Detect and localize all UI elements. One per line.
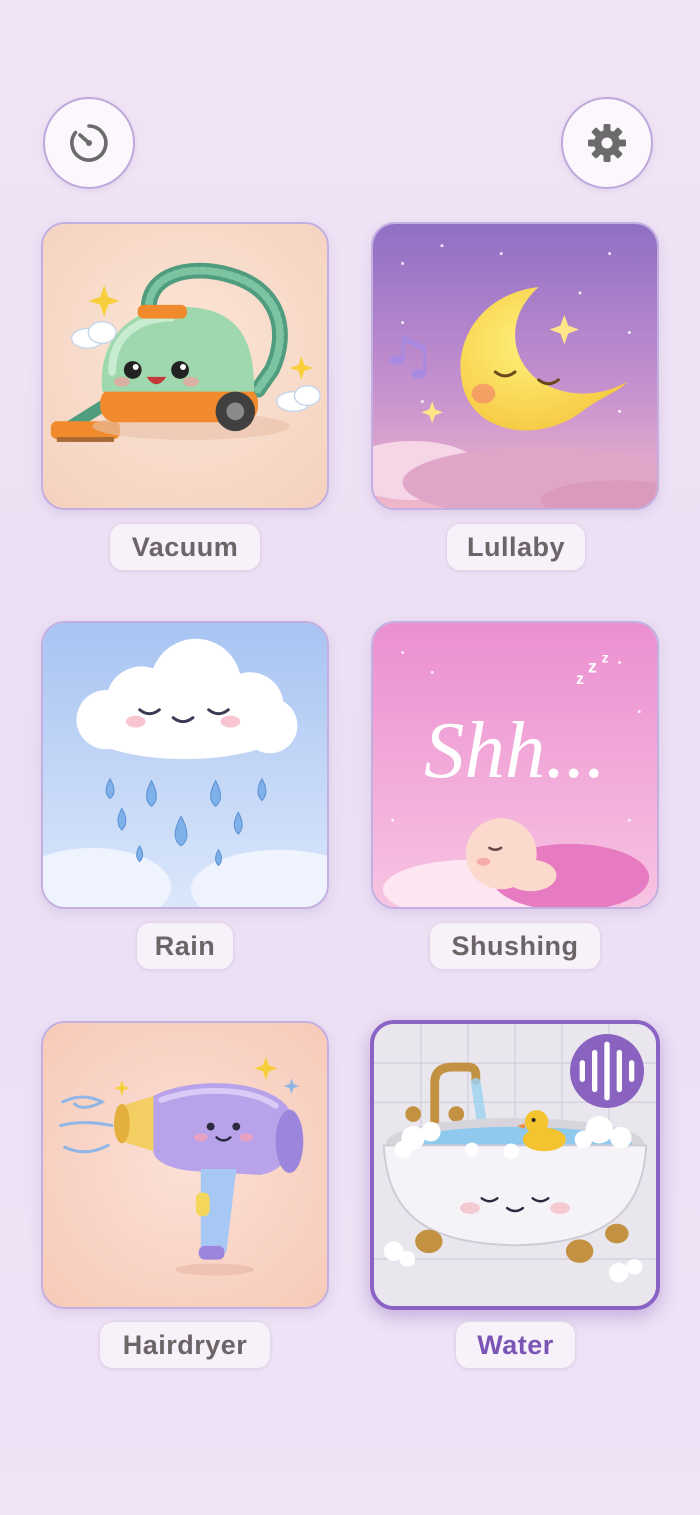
sound-label-hairdryer: Hairdryer bbox=[99, 1321, 271, 1369]
sound-label-water: Water bbox=[455, 1321, 576, 1369]
settings-button[interactable] bbox=[561, 97, 653, 189]
timer-button[interactable] bbox=[43, 97, 135, 189]
svg-text:z: z bbox=[602, 650, 609, 665]
now-playing-badge bbox=[570, 1034, 644, 1108]
sound-label-vacuum: Vacuum bbox=[109, 523, 261, 571]
rain-cloud-icon bbox=[43, 623, 327, 907]
shush-text: Shh... bbox=[424, 706, 606, 795]
sound-label-shushing: Shushing bbox=[429, 922, 601, 970]
vacuum-icon bbox=[43, 224, 327, 508]
sound-tile-vacuum[interactable] bbox=[41, 222, 329, 510]
timer-icon bbox=[70, 124, 108, 162]
sound-wave-icon bbox=[579, 1041, 635, 1101]
sound-tile-hairdryer[interactable] bbox=[41, 1021, 329, 1309]
shushing-baby-icon: z z z Shh... bbox=[373, 623, 657, 907]
gear-icon bbox=[588, 124, 626, 162]
svg-text:z: z bbox=[576, 671, 584, 688]
sound-tile-rain[interactable] bbox=[41, 621, 329, 909]
sound-label-rain: Rain bbox=[136, 922, 234, 970]
moon-icon bbox=[373, 224, 657, 508]
hairdryer-icon bbox=[43, 1023, 327, 1307]
sound-tile-shushing[interactable]: z z z Shh... bbox=[371, 621, 659, 909]
sound-label-lullaby: Lullaby bbox=[446, 523, 586, 571]
sound-tile-water[interactable] bbox=[370, 1020, 660, 1310]
sound-tile-lullaby[interactable] bbox=[371, 222, 659, 510]
svg-text:z: z bbox=[588, 656, 597, 676]
